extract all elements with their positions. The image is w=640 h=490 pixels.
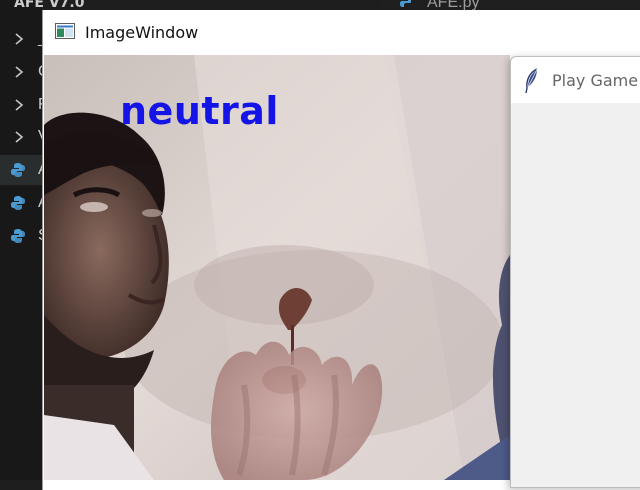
- play-game-title: Play Game: [552, 71, 639, 90]
- chevron-right-icon: [15, 33, 24, 45]
- explorer-folder-item[interactable]: V: [0, 122, 49, 152]
- explorer-folder-item[interactable]: _: [0, 24, 47, 54]
- play-game-window[interactable]: Play Game: [510, 56, 640, 488]
- python-file-icon: [11, 229, 25, 243]
- image-window-app-icon: [55, 23, 75, 39]
- chevron-right-icon: [15, 131, 24, 143]
- play-game-titlebar[interactable]: Play Game: [511, 57, 640, 103]
- webcam-frame: neutral: [44, 55, 510, 480]
- explorer-folder-item[interactable]: C: [0, 57, 50, 87]
- emotion-label: neutral: [120, 89, 279, 133]
- chevron-right-icon: [15, 66, 24, 78]
- explorer-folder-item[interactable]: F: [0, 90, 48, 120]
- python-file-icon: [11, 163, 25, 177]
- tk-feather-icon: [525, 68, 538, 94]
- python-file-icon: [400, 0, 411, 7]
- python-file-icon: [11, 196, 25, 210]
- explorer-file-item[interactable]: A: [0, 155, 49, 185]
- image-window-titlebar[interactable]: ImageWindow: [43, 10, 640, 55]
- chevron-right-icon: [15, 99, 24, 111]
- image-window-title: ImageWindow: [85, 23, 199, 42]
- explorer-file-item[interactable]: A: [0, 188, 49, 218]
- explorer-file-item[interactable]: S: [0, 221, 49, 251]
- vscode-explorer: AFE V7.0 _ C F V A A S: [0, 0, 84, 480]
